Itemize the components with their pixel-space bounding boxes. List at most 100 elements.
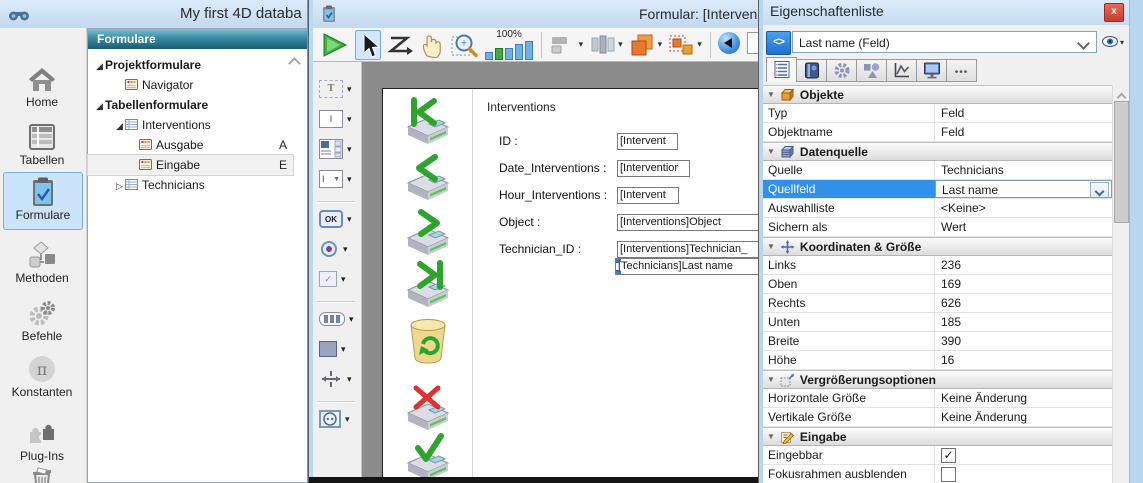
scrollbar-thumb[interactable]: [1114, 101, 1129, 223]
palette-rectangle-tool[interactable]: ▾: [319, 338, 359, 360]
property-row-breite[interactable]: Breite390: [763, 332, 1112, 351]
entry-order-button[interactable]: [387, 31, 413, 59]
palette-input-tool[interactable]: I▾: [319, 108, 359, 130]
property-row-oben[interactable]: Oben169: [763, 275, 1112, 294]
dropdown-caret-icon[interactable]: ▾: [579, 39, 584, 50]
sidebar-item-home[interactable]: Home: [3, 60, 81, 116]
property-value[interactable]: Feld: [935, 104, 1112, 122]
select-button[interactable]: [355, 30, 381, 60]
property-value[interactable]: 16: [935, 351, 1112, 369]
property-row-h-he[interactable]: Höhe16: [763, 351, 1112, 370]
dropdown-caret-icon[interactable]: ▾: [341, 274, 346, 285]
dropdown-caret-icon[interactable]: ▾: [343, 244, 348, 255]
property-value[interactable]: Technicians: [935, 161, 1112, 179]
sidebar-item-commands[interactable]: Befehle: [3, 294, 81, 350]
last-record-button[interactable]: [402, 260, 454, 310]
previous-record-button[interactable]: [402, 153, 454, 203]
zoom-widget[interactable]: 100%: [485, 30, 533, 60]
sidebar-item-forms[interactable]: Formulare: [3, 172, 83, 230]
property-row-unten[interactable]: Unten185: [763, 313, 1112, 332]
layer-button[interactable]: [629, 31, 655, 59]
section-collapse-icon[interactable]: ▼: [767, 375, 775, 384]
property-row-auswahlliste[interactable]: Auswahlliste<Keine>: [763, 199, 1112, 218]
dropdown-caret-icon[interactable]: ▾: [347, 114, 352, 125]
cancel-button[interactable]: [402, 383, 454, 433]
close-icon[interactable]: x: [1104, 3, 1124, 22]
distribute-button[interactable]: [589, 31, 615, 59]
properties-tab-gear-tab[interactable]: [826, 59, 857, 82]
property-value[interactable]: Keine Änderung: [935, 408, 1112, 426]
section-collapse-icon[interactable]: ▼: [767, 90, 775, 99]
zoom-bar[interactable]: [505, 48, 513, 60]
property-value[interactable]: 236: [935, 256, 1112, 274]
properties-tab-shapes-tab[interactable]: [856, 59, 887, 82]
section-header-vergr-erungsoptionen[interactable]: ▼Vergrößerungsoptionen: [763, 370, 1112, 389]
properties-tab-list-tab[interactable]: [766, 57, 797, 82]
object-type-icon[interactable]: <>: [766, 31, 791, 55]
property-row-eingebbar[interactable]: Eingebbar✓: [763, 446, 1112, 465]
zoom-bar[interactable]: [485, 52, 493, 60]
object-selector-dropdown[interactable]: Last name (Feld): [792, 31, 1097, 53]
property-value[interactable]: Feld: [935, 123, 1112, 141]
previous-page-button[interactable]: [718, 31, 740, 59]
expanded-expander-icon[interactable]: ◢: [114, 116, 125, 136]
palette-radio-tool[interactable]: ▾: [319, 238, 359, 260]
sidebar-item-methods[interactable]: Methoden: [3, 236, 81, 292]
scroll-up-icon[interactable]: [1113, 85, 1129, 100]
field-object[interactable]: [Intervent: [617, 187, 679, 204]
property-row-vertikale-gr-e[interactable]: Vertikale GrößeKeine Änderung: [763, 408, 1112, 427]
properties-scrollbar[interactable]: [1112, 85, 1129, 483]
property-row-objektname[interactable]: ObjektnameFeld: [763, 123, 1112, 142]
tree-item-tabellenformulare[interactable]: ◢Tabellenformulare: [88, 95, 293, 115]
dropdown-caret-icon[interactable]: ▾: [347, 144, 352, 155]
palette-plugin-tool[interactable]: ▾: [319, 408, 359, 430]
property-row-quelle[interactable]: QuelleTechnicians: [763, 161, 1112, 180]
palette-combobox-tool[interactable]: I▼▾: [319, 168, 359, 190]
delete-record-button[interactable]: [402, 315, 454, 365]
section-header-datenquelle[interactable]: ▼Datenquelle: [763, 142, 1112, 161]
property-row-horizontale-gr-e[interactable]: Horizontale GrößeKeine Änderung: [763, 389, 1112, 408]
palette-listbox-tool[interactable]: ▾: [319, 138, 359, 160]
accept-button[interactable]: [402, 433, 454, 483]
section-collapse-icon[interactable]: ▼: [767, 147, 775, 156]
property-value[interactable]: [935, 465, 1112, 483]
section-collapse-icon[interactable]: ▼: [767, 242, 775, 251]
property-value[interactable]: <Keine>: [935, 199, 1112, 217]
section-header-eingabe[interactable]: ▼Eingabe: [763, 427, 1112, 446]
property-row-rechts[interactable]: Rechts626: [763, 294, 1112, 313]
field-object[interactable]: [Interventions]Technician_: [617, 241, 763, 258]
property-row-fokusrahmen-ausblenden[interactable]: Fokusrahmen ausblenden: [763, 465, 1112, 483]
run-button[interactable]: [321, 31, 349, 59]
hand-button[interactable]: [419, 31, 445, 59]
dropdown-caret-icon[interactable]: ▾: [347, 84, 352, 95]
property-value[interactable]: Last name: [935, 180, 1112, 198]
tree-item-interventions[interactable]: ◢Interventions: [88, 115, 293, 135]
property-row-typ[interactable]: TypFeld: [763, 104, 1112, 123]
palette-text-tool[interactable]: T▾: [319, 78, 359, 100]
field-object[interactable]: [Intervent: [617, 133, 678, 150]
checkbox-checked-icon[interactable]: ✓: [941, 448, 956, 463]
section-collapse-icon[interactable]: ▼: [767, 432, 775, 441]
property-value[interactable]: Wert: [935, 218, 1112, 236]
property-row-quellfeld[interactable]: QuellfeldLast name: [763, 180, 1112, 199]
section-header-objekte[interactable]: ▼Objekte: [763, 85, 1112, 104]
tree-item-projektformulare[interactable]: ◢Projektformulare: [88, 55, 293, 75]
first-record-button[interactable]: [402, 97, 454, 147]
section-header-koordinaten-gr-e[interactable]: ▼Koordinaten & Größe: [763, 237, 1112, 256]
property-value[interactable]: 626: [935, 294, 1112, 312]
palette-tabbar-tool[interactable]: ▾: [319, 308, 359, 330]
palette-splitter-tool[interactable]: ▾: [319, 368, 359, 390]
dropdown-caret-icon[interactable]: ▾: [697, 39, 702, 50]
sidebar-item-tables[interactable]: Tabellen: [3, 118, 81, 174]
dropdown-caret-icon[interactable]: ▾: [341, 344, 346, 355]
selected-field-object[interactable]: [Technicians]Last name: [615, 258, 760, 275]
palette-button-tool[interactable]: OK▾: [319, 208, 359, 230]
property-row-links[interactable]: Links236: [763, 256, 1112, 275]
expanded-expander-icon[interactable]: ◢: [94, 96, 105, 116]
zoom-bar[interactable]: [515, 44, 523, 60]
tree-item-ausgabe[interactable]: AusgabeA: [88, 135, 293, 155]
align-button[interactable]: [550, 31, 576, 59]
dropdown-caret-icon[interactable]: ▾: [347, 374, 352, 385]
property-value[interactable]: Keine Änderung: [935, 389, 1112, 407]
dropdown-caret-icon[interactable]: ▾: [349, 314, 354, 325]
